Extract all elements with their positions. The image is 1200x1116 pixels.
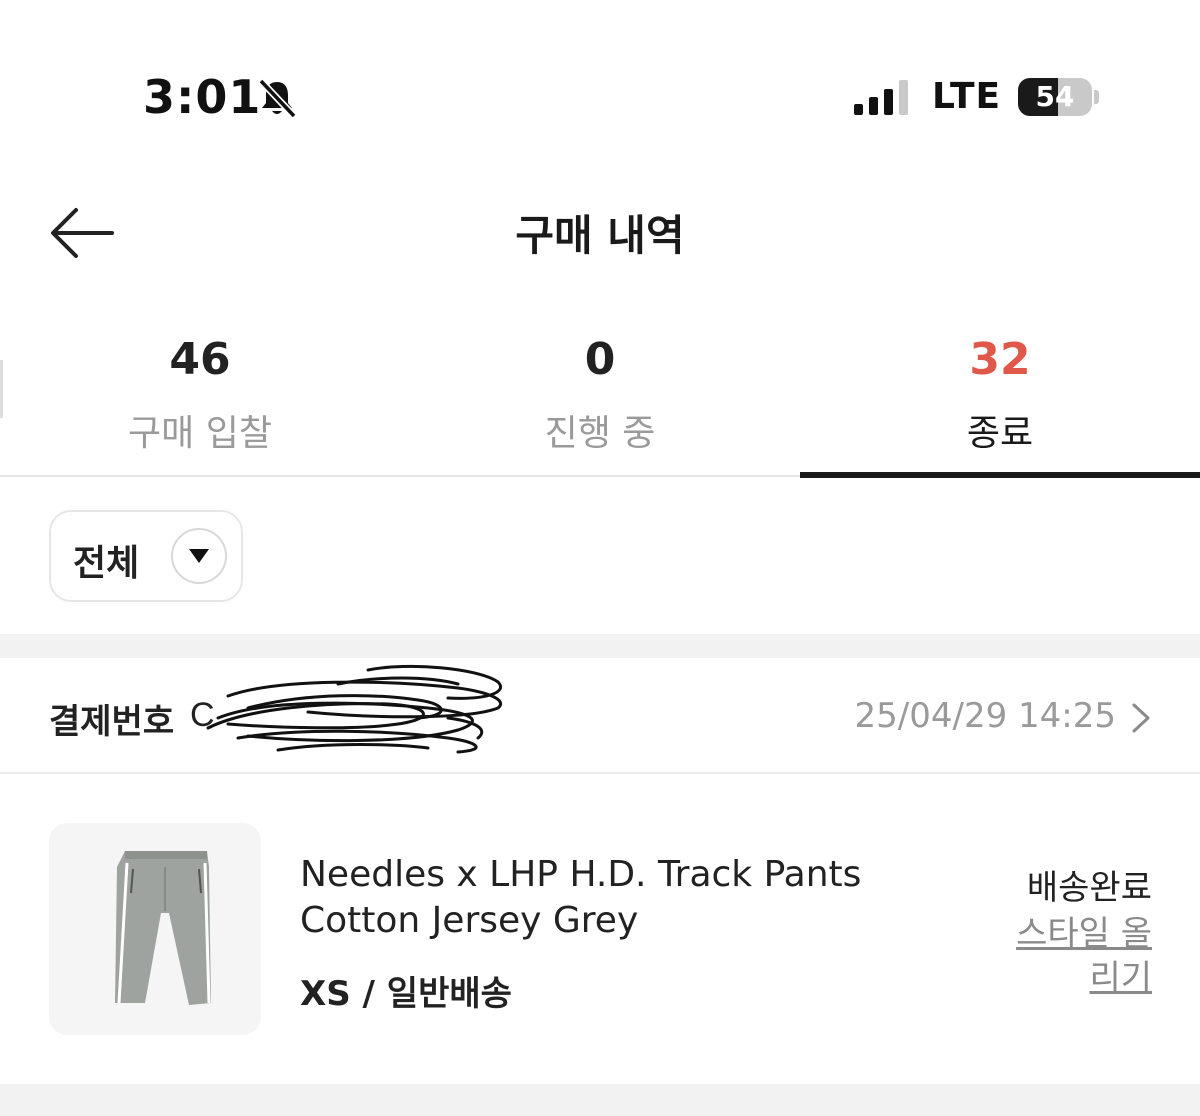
battery-icon: 54 — [1018, 78, 1092, 116]
product-name[interactable]: Needles x LHP H.D. Track Pants Cotton Je… — [300, 852, 940, 944]
chevron-down-icon — [171, 528, 227, 584]
order-date: 25/04/29 14:25 — [854, 696, 1117, 736]
battery-level: 54 — [1035, 80, 1075, 113]
delivery-status: 배송완료 — [1026, 868, 1152, 908]
network-type: LTE — [932, 76, 1002, 117]
tab-label: 구매 입찰 — [128, 413, 272, 454]
product-option: XS / 일반배송 — [300, 974, 512, 1014]
tab-label: 종료 — [966, 413, 1034, 454]
upload-style-link[interactable]: 스타일 올리기 — [1012, 912, 1152, 1000]
tab-in-progress[interactable]: 0 진행 중 — [400, 322, 800, 478]
tab-label: 진행 중 — [544, 413, 656, 454]
payment-number-prefix: C — [190, 696, 215, 734]
order-divider — [0, 772, 1200, 774]
chevron-right-icon — [1132, 703, 1150, 733]
tab-count: 0 — [584, 334, 616, 385]
tab-completed[interactable]: 32 종료 — [800, 322, 1200, 478]
product-thumbnail[interactable] — [49, 823, 261, 1035]
tab-count: 46 — [169, 334, 231, 385]
payment-number-label: 결제번호 — [49, 702, 175, 742]
active-tab-indicator — [800, 472, 1200, 478]
bell-muted-icon — [258, 78, 297, 119]
status-tabs: 46 구매 입찰 0 진행 중 32 종료 — [0, 322, 1200, 478]
redacted-payment-number: C — [190, 664, 502, 754]
purchase-history-screen: 3:01 LTE 54 구매 내역 46 구매 입찰 0 진행 중 32 종료 … — [0, 0, 1200, 1116]
status-time: 3:01 — [143, 70, 262, 124]
tab-bidding[interactable]: 46 구매 입찰 — [0, 322, 400, 478]
filter-dropdown[interactable]: 전체 — [49, 510, 243, 602]
order-header[interactable]: 결제번호 C 25/04/29 14:25 — [0, 658, 1200, 772]
tab-count: 32 — [969, 334, 1031, 385]
battery-tip — [1094, 90, 1099, 104]
cellular-signal-icon — [854, 80, 908, 115]
page-title: 구매 내역 — [515, 211, 685, 260]
section-separator — [0, 634, 1200, 658]
status-bar: 3:01 LTE 54 — [0, 0, 1200, 190]
track-pants-image — [115, 851, 211, 1005]
filter-selected-label: 전체 — [73, 543, 140, 584]
section-separator-bottom — [0, 1084, 1200, 1116]
